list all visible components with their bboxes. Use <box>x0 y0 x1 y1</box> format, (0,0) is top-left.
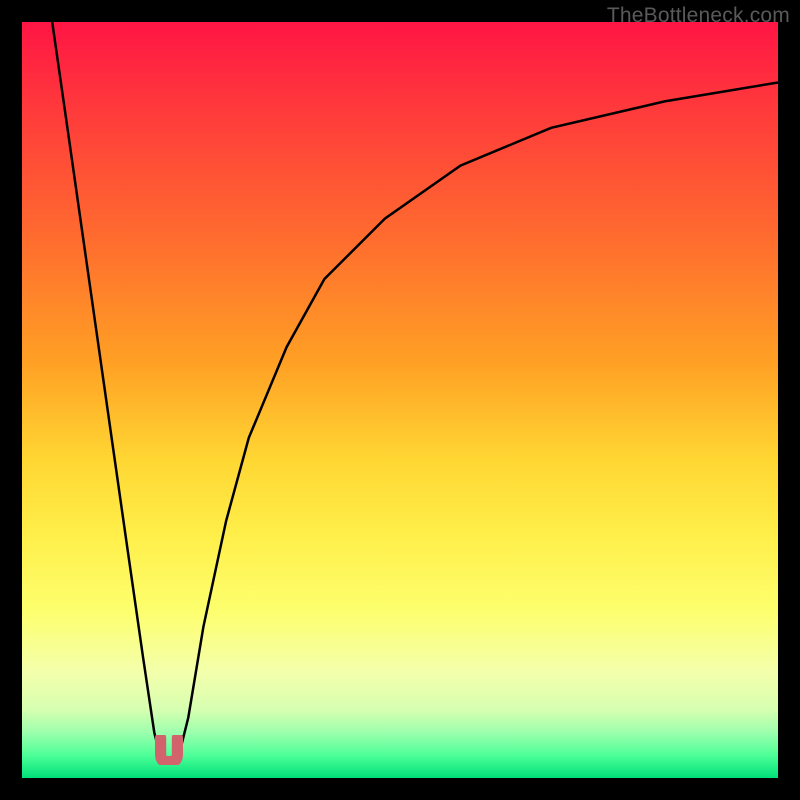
curve-right-branch <box>177 83 778 763</box>
chart-frame: TheBottleneck.com <box>0 0 800 800</box>
curve-left-branch <box>52 22 162 763</box>
watermark-text: TheBottleneck.com <box>607 4 790 28</box>
plot-area <box>22 22 778 778</box>
u-marker <box>155 735 183 765</box>
curve-layer <box>22 22 778 778</box>
